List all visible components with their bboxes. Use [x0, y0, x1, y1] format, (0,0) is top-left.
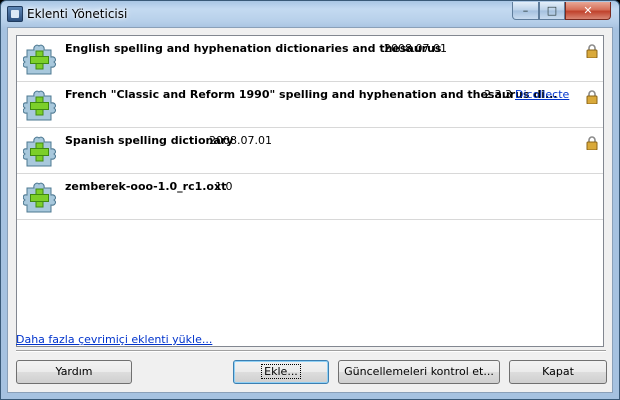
extension-manager-window: Eklenti Yöneticisi – □ ✕ English spellin…	[0, 0, 620, 400]
extension-version: 2008.07.01	[209, 134, 272, 147]
extension-version: 1.0	[215, 180, 233, 193]
dialog-body: English spelling and hyphenation diction…	[7, 27, 613, 393]
lock-icon	[586, 90, 598, 104]
puzzle-piece-add-icon	[23, 182, 56, 213]
minimize-button[interactable]: –	[512, 2, 539, 20]
extension-list[interactable]: English spelling and hyphenation diction…	[16, 35, 604, 347]
extension-name: zemberek-ooo-1.0_rc1.oxt	[65, 180, 227, 193]
divider	[16, 350, 606, 352]
close-button[interactable]: Kapat	[509, 360, 607, 384]
puzzle-piece-add-icon	[23, 136, 56, 167]
close-window-button[interactable]: ✕	[565, 2, 611, 20]
puzzle-piece-add-icon	[23, 90, 56, 121]
get-more-extensions-link[interactable]: Daha fazla çevrimiçi eklenti yükle...	[16, 333, 212, 346]
extension-row[interactable]: English spelling and hyphenation diction…	[17, 36, 603, 82]
extension-row[interactable]: zemberek-ooo-1.0_rc1.oxt 1.0	[17, 174, 603, 220]
title-bar[interactable]: Eklenti Yöneticisi – □ ✕	[1, 1, 619, 27]
lock-icon	[586, 136, 598, 150]
publisher-link[interactable]: Dicollecte	[515, 88, 569, 101]
extension-row[interactable]: French "Classic and Reform 1990" spellin…	[17, 82, 603, 128]
help-button[interactable]: Yardım	[16, 360, 132, 384]
app-icon	[7, 6, 23, 22]
add-button[interactable]: Ekle...	[233, 360, 329, 384]
extension-version: 2008.07.01	[384, 42, 447, 55]
lock-icon	[586, 44, 598, 58]
maximize-button[interactable]: □	[539, 2, 565, 20]
window-title: Eklenti Yöneticisi	[27, 7, 128, 21]
extension-version: 2.3.3	[484, 88, 512, 101]
extension-row[interactable]: Spanish spelling dictionary 2008.07.01	[17, 128, 603, 174]
check-updates-button[interactable]: Güncellemeleri kontrol et...	[338, 360, 500, 384]
puzzle-piece-add-icon	[23, 44, 56, 75]
add-button-label: Ekle...	[261, 364, 301, 379]
